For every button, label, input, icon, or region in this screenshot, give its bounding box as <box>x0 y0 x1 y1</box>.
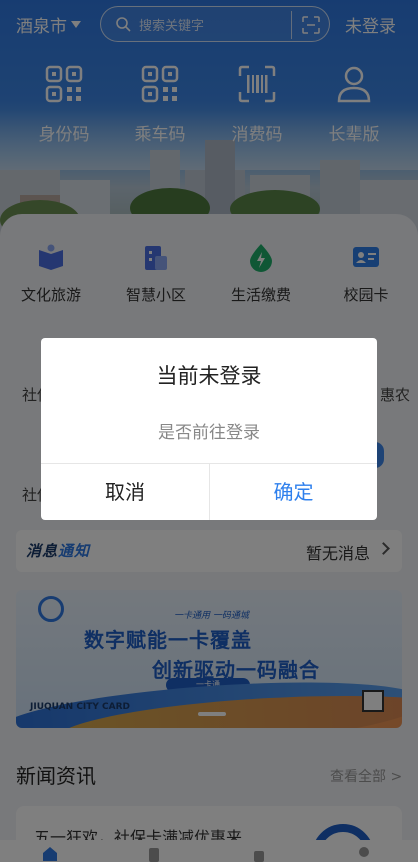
dialog-message: 是否前往登录 <box>158 423 260 443</box>
cancel-button[interactable]: 取消 <box>41 464 209 520</box>
login-prompt-dialog: 当前未登录 是否前往登录 取消 确定 <box>41 338 377 520</box>
dialog-title: 当前未登录 <box>156 364 262 388</box>
confirm-button[interactable]: 确定 <box>210 464 377 520</box>
